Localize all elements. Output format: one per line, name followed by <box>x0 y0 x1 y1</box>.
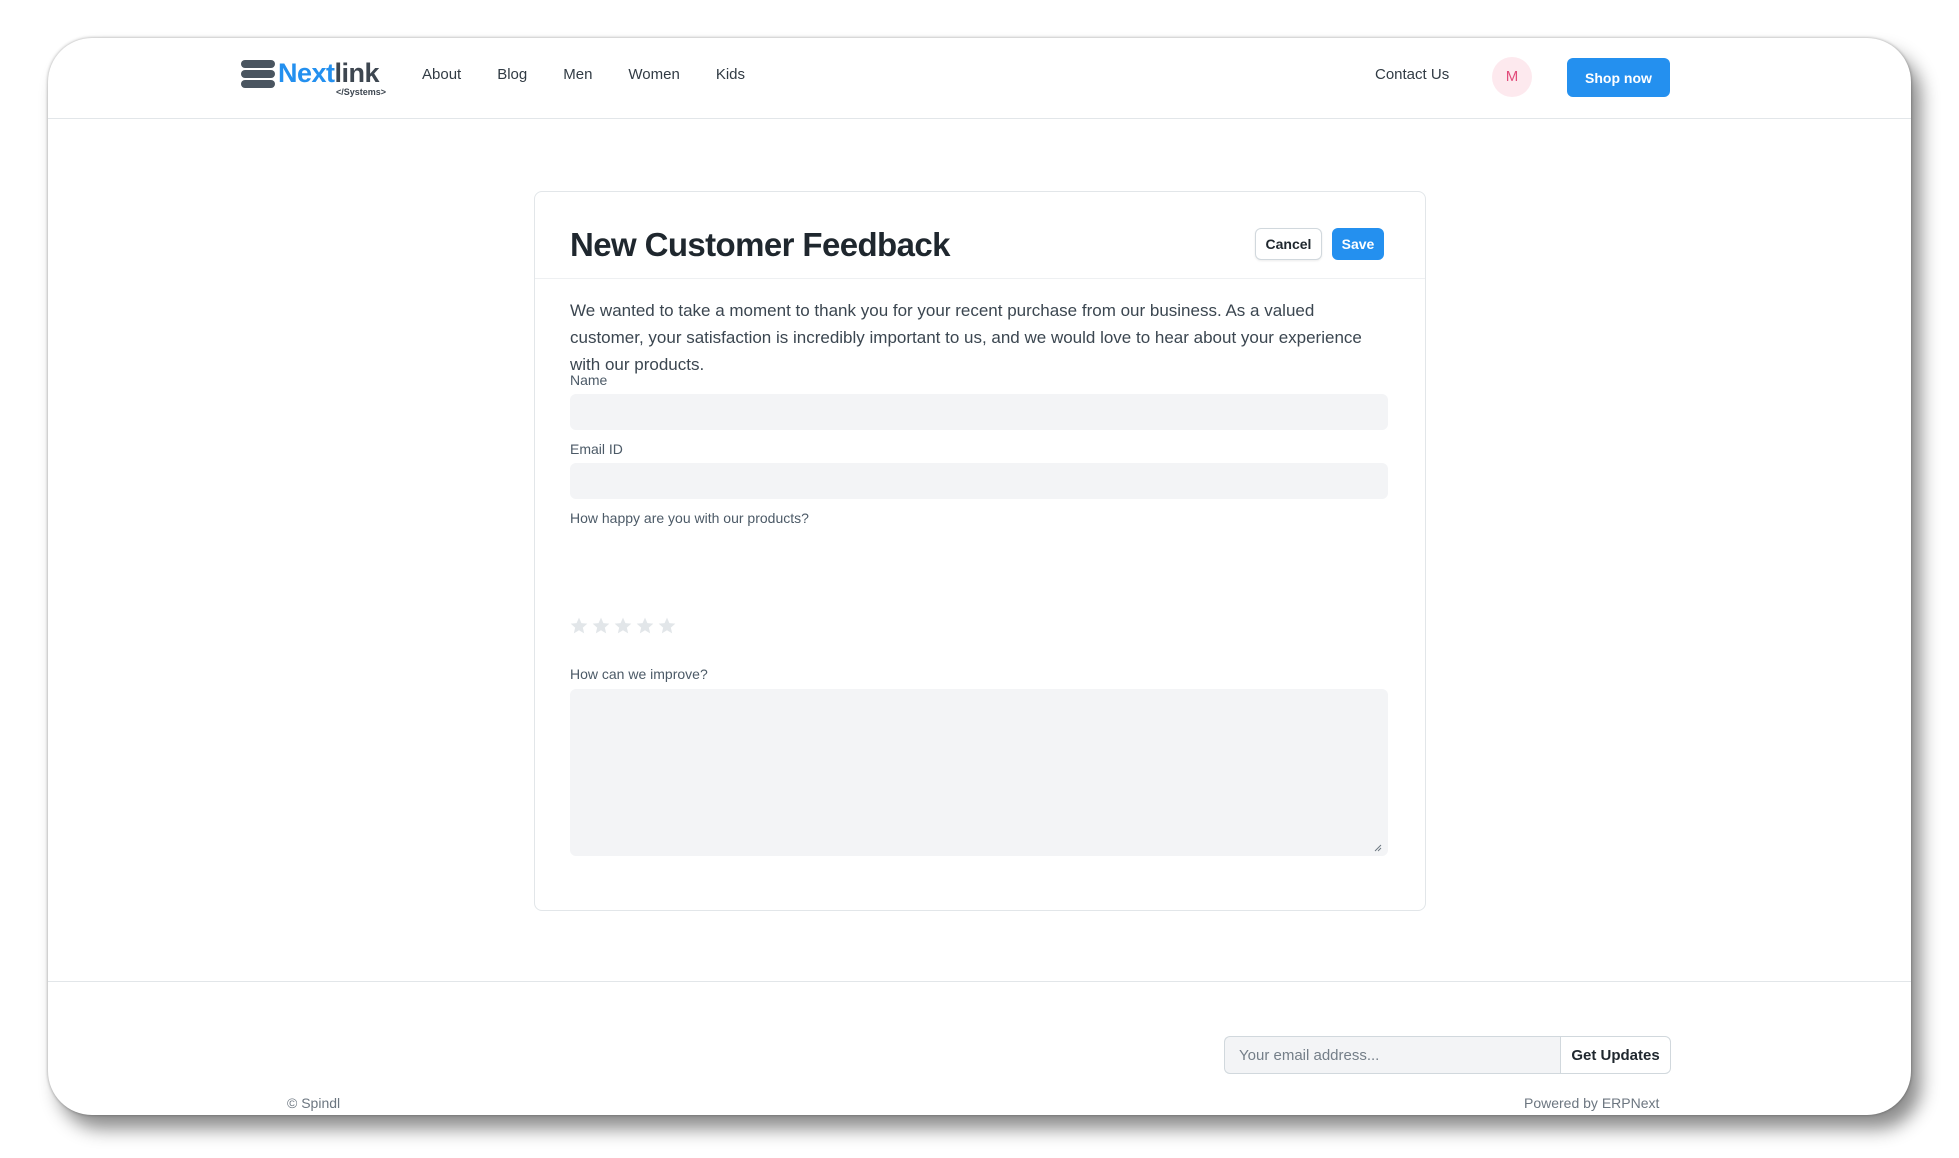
form-intro-text: We wanted to take a moment to thank you … <box>570 301 1362 374</box>
shop-now-button[interactable]: Shop now <box>1567 58 1670 97</box>
nav-link-kids[interactable]: Kids <box>716 66 745 83</box>
brand-name-part1: Next <box>278 58 335 88</box>
name-field[interactable] <box>570 394 1388 430</box>
star-icon[interactable] <box>657 616 677 636</box>
page-title: New Customer Feedback <box>570 226 950 263</box>
powered-by-link[interactable]: Powered by ERPNext <box>1524 1095 1659 1111</box>
get-updates-button[interactable]: Get Updates <box>1560 1036 1671 1074</box>
cancel-button[interactable]: Cancel <box>1255 228 1322 260</box>
rating-stars <box>569 616 677 636</box>
feedback-form-card: New Customer Feedback Cancel Save We wan… <box>534 191 1426 911</box>
star-icon[interactable] <box>591 616 611 636</box>
newsletter-email-input[interactable] <box>1224 1036 1560 1074</box>
top-navbar: Nextlink </Systems> About Blog Men Women… <box>48 38 1911 119</box>
star-icon[interactable] <box>613 616 633 636</box>
brand-tagline: </Systems> <box>336 87 387 97</box>
resize-grip-icon[interactable] <box>1374 844 1382 852</box>
improve-label: How can we improve? <box>570 666 708 682</box>
name-label: Name <box>570 372 608 388</box>
contact-us-link[interactable]: Contact Us <box>1375 66 1449 83</box>
nav-link-blog[interactable]: Blog <box>497 66 527 83</box>
form-header: New Customer Feedback Cancel Save <box>535 192 1425 279</box>
browser-window: Nextlink </Systems> About Blog Men Women… <box>48 38 1911 1115</box>
page-footer: Get Updates © Spindl Powered by ERPNext <box>48 981 1911 1115</box>
user-avatar[interactable]: M <box>1492 57 1532 97</box>
improve-textarea[interactable] <box>570 689 1388 856</box>
nav-link-women[interactable]: Women <box>628 66 679 83</box>
brand-name: Nextlink <box>278 58 380 88</box>
nav-link-men[interactable]: Men <box>563 66 592 83</box>
rating-label: How happy are you with our products? <box>570 510 809 526</box>
email-label: Email ID <box>570 441 623 457</box>
star-icon[interactable] <box>569 616 589 636</box>
email-field[interactable] <box>570 463 1388 499</box>
copyright-text: © Spindl <box>287 1095 341 1111</box>
nav-link-about[interactable]: About <box>422 66 461 83</box>
brand-logo[interactable]: Nextlink </Systems> <box>241 58 391 98</box>
save-button[interactable]: Save <box>1332 228 1384 260</box>
brand-name-part2: link <box>334 58 380 88</box>
star-icon[interactable] <box>635 616 655 636</box>
server-stack-icon <box>241 60 275 90</box>
nav-links: About Blog Men Women Kids <box>422 66 745 83</box>
